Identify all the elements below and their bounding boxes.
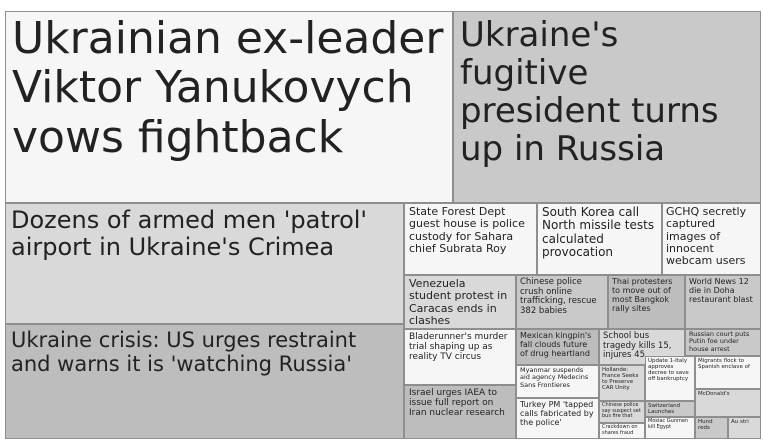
headline-text: Venezuela student protest in Caracas end…: [409, 277, 508, 327]
headline-tile[interactable]: Mosiac Gunmen kill Egypt: [645, 417, 695, 439]
headline-tile[interactable]: Hund reds: [695, 417, 728, 439]
headline-tile[interactable]: Chinese police say suspect set bus fire …: [599, 401, 645, 423]
headline-text: Dozens of armed men 'patrol' airport in …: [11, 206, 368, 261]
headline-text: GCHQ secretly captured images of innocen…: [666, 205, 747, 268]
headline-text: Ukrainian ex-leader Viktor Yanukovych vo…: [12, 13, 444, 163]
headline-text: Bladerunner's murder trial shaping up as…: [409, 332, 508, 363]
headline-text: Update 1-Italy approves decree to save o…: [648, 358, 689, 383]
headline-tile[interactable]: Turkey PM 'tapped calls fabricated by th…: [516, 398, 599, 439]
headline-tile[interactable]: Ukrainian ex-leader Viktor Yanukovych vo…: [5, 11, 453, 203]
headline-tile[interactable]: GCHQ secretly captured images of innocen…: [662, 203, 761, 275]
headline-tile[interactable]: Crackdown on shares fraud: [599, 423, 645, 439]
headline-text: Crackdown on shares fraud: [602, 424, 638, 436]
headline-text: Switzerland Launches: [648, 403, 681, 416]
headline-tile[interactable]: Au stri: [728, 417, 761, 439]
headline-text: Hund reds: [698, 419, 713, 432]
headline-tile[interactable]: Switzerland Launches: [645, 401, 695, 417]
headline-text: Ukraine's fugitive president turns up in…: [460, 15, 719, 170]
headline-tile[interactable]: McDonald's: [695, 389, 761, 417]
news-treemap: Ukrainian ex-leader Viktor Yanukovych vo…: [5, 11, 761, 439]
headline-tile[interactable]: Thai protesters to move out of most Bang…: [608, 275, 685, 329]
headline-text: Turkey PM 'tapped calls fabricated by th…: [520, 400, 594, 427]
headline-tile[interactable]: State Forest Dept guest house is police …: [404, 203, 537, 275]
headline-text: Au stri: [731, 419, 749, 425]
headline-tile[interactable]: Hollande: France Seeks to Preserve CAR U…: [599, 365, 645, 401]
headline-tile[interactable]: Bladerunner's murder trial shaping up as…: [404, 329, 516, 385]
headline-tile[interactable]: Mexican kingpin's fall clouds future of …: [516, 329, 599, 365]
headline-tile[interactable]: South Korea call North missile tests cal…: [537, 203, 662, 275]
headline-text: Myanmar suspends aid agency Medecins San…: [520, 366, 589, 389]
headline-tile[interactable]: Ukraine crisis: US urges restraint and w…: [5, 324, 404, 439]
headline-text: Chinese police crush online trafficking,…: [520, 277, 597, 316]
headline-tile[interactable]: Dozens of armed men 'patrol' airport in …: [5, 203, 404, 324]
headline-text: South Korea call North missile tests cal…: [542, 205, 655, 260]
headline-text: McDonald's: [698, 391, 730, 397]
headline-tile[interactable]: World News 12 die in Doha restaurant bla…: [685, 275, 761, 329]
headline-tile[interactable]: Chinese police crush online trafficking,…: [516, 275, 608, 329]
headline-tile[interactable]: Update 1-Italy approves decree to save o…: [645, 356, 695, 401]
headline-tile[interactable]: Venezuela student protest in Caracas end…: [404, 275, 516, 329]
headline-text: Mexican kingpin's fall clouds future of …: [520, 331, 592, 358]
headline-text: World News 12 die in Doha restaurant bla…: [689, 277, 753, 304]
headline-tile[interactable]: Russian court puts Putin foe under house…: [685, 329, 761, 356]
headline-text: Thai protesters to move out of most Bang…: [612, 277, 673, 313]
headline-tile[interactable]: Migrants flock to Spanish enclave of: [695, 356, 761, 389]
headline-text: State Forest Dept guest house is police …: [409, 205, 525, 255]
headline-text: Israel urges IAEA to issue full report o…: [409, 388, 505, 419]
headline-tile[interactable]: Israel urges IAEA to issue full report o…: [404, 385, 516, 439]
headline-text: Migrants flock to Spanish enclave of: [698, 358, 750, 371]
headline-text: Russian court puts Putin foe under house…: [689, 330, 750, 353]
headline-tile[interactable]: Myanmar suspends aid agency Medecins San…: [516, 365, 599, 398]
headline-text: Hollande: France Seeks to Preserve CAR U…: [602, 367, 639, 392]
headline-text: Mosiac Gunmen kill Egypt: [648, 418, 689, 430]
headline-text: Ukraine crisis: US urges restraint and w…: [11, 328, 357, 376]
headline-text: Chinese police say suspect set bus fire …: [602, 402, 641, 420]
headline-tile[interactable]: Ukraine's fugitive president turns up in…: [453, 11, 761, 203]
